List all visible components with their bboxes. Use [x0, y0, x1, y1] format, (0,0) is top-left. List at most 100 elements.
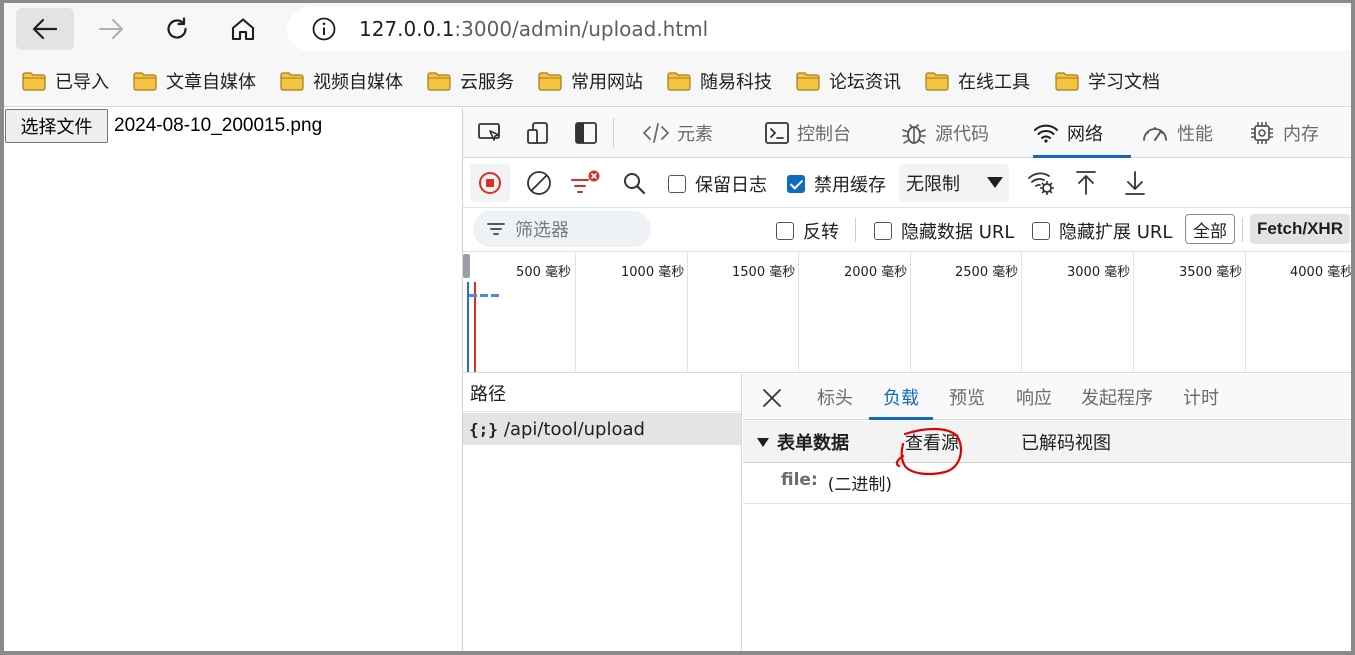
- timeline-label: 3500 毫秒: [1179, 265, 1243, 280]
- hide-ext-url-label: 隐藏扩展 URL: [1059, 222, 1173, 243]
- clear-button[interactable]: [519, 164, 559, 202]
- hide-ext-url-checkbox[interactable]: 隐藏扩展 URL: [1032, 218, 1172, 244]
- url-text[interactable]: 127.0.0.1:3000/admin/upload.html: [359, 17, 708, 41]
- filter-input[interactable]: 筛选器: [473, 211, 651, 247]
- timeline-label: 3000 毫秒: [1067, 265, 1131, 280]
- bookmark-item[interactable]: 已导入: [22, 68, 109, 94]
- disable-cache-checkbox[interactable]: 禁用缓存: [787, 171, 886, 197]
- tab-label: 性能: [1177, 124, 1213, 145]
- bookmark-label: 随易科技: [700, 72, 772, 93]
- folder-icon: [796, 71, 820, 91]
- code-icon: [643, 123, 669, 143]
- invert-label: 反转: [803, 222, 839, 243]
- network-toolbar: 保留日志 禁用缓存 无限制: [463, 158, 1355, 208]
- tab-timing[interactable]: 计时: [1183, 374, 1219, 420]
- filter-toggle-button[interactable]: [565, 164, 605, 202]
- address-bar[interactable]: 127.0.0.1:3000/admin/upload.html: [287, 7, 1355, 51]
- disable-cache-label: 禁用缓存: [814, 175, 886, 196]
- view-source-link[interactable]: 查看源: [905, 429, 959, 455]
- tab-label: 内存: [1283, 124, 1319, 145]
- throttling-select[interactable]: 无限制: [899, 164, 1009, 202]
- timeline-label: 2000 毫秒: [844, 265, 908, 280]
- stop-recording-button[interactable]: [470, 164, 510, 202]
- timeline-label: 1000 毫秒: [621, 265, 685, 280]
- folder-icon: [925, 71, 949, 91]
- view-decoded-link[interactable]: 已解码视图: [1021, 429, 1111, 455]
- close-detail-button[interactable]: [757, 383, 787, 413]
- arrow-left-icon: [32, 18, 58, 40]
- search-button[interactable]: [614, 164, 654, 202]
- preserve-log-checkbox[interactable]: 保留日志: [668, 171, 767, 197]
- clear-icon: [527, 171, 551, 195]
- tab-headers[interactable]: 标头: [817, 374, 853, 420]
- devtools-tab-bar: 元素 控制台 源代码 网络 性能 内存: [463, 108, 1355, 158]
- inspect-element-icon[interactable]: [475, 119, 505, 147]
- filter-separator: [1242, 218, 1243, 242]
- tab-performance[interactable]: 性能: [1141, 108, 1213, 158]
- request-detail: 标头 负载 预览 响应 发起程序 计时 表单数据 查看源 已解码视图 file:…: [743, 374, 1355, 652]
- tab-elements[interactable]: 元素: [643, 108, 713, 158]
- filter-all-button[interactable]: 全部: [1185, 214, 1235, 244]
- network-conditions-button[interactable]: [1021, 164, 1061, 202]
- hide-data-url-checkbox[interactable]: 隐藏数据 URL: [874, 218, 1014, 244]
- gauge-icon: [1143, 127, 1167, 141]
- timeline-label: 4000 毫秒: [1290, 265, 1354, 280]
- folder-icon: [538, 71, 562, 91]
- bookmark-item[interactable]: 学习文档: [1055, 68, 1160, 94]
- timeline-handle[interactable]: [463, 254, 470, 278]
- forward-button[interactable]: [82, 8, 140, 50]
- timeline-gridline: [687, 252, 688, 372]
- form-data-section-header[interactable]: 表单数据 查看源 已解码视图: [743, 421, 1355, 463]
- import-har-button[interactable]: [1066, 164, 1106, 202]
- dock-side-icon[interactable]: [571, 119, 601, 147]
- page-content: 选择文件 2024-08-10_200015.png: [4, 108, 462, 652]
- bookmark-item[interactable]: 云服务: [427, 68, 514, 94]
- bookmark-item[interactable]: 视频自媒体: [280, 68, 403, 94]
- filter-fetch-xhr-button[interactable]: Fetch/XHR: [1250, 214, 1350, 244]
- bug-icon: [902, 124, 926, 144]
- tab-preview[interactable]: 预览: [949, 374, 985, 420]
- invert-checkbox[interactable]: 反转: [776, 218, 839, 244]
- folder-icon: [1055, 71, 1079, 91]
- bookmark-item[interactable]: 论坛资讯: [796, 68, 901, 94]
- tab-response[interactable]: 响应: [1016, 374, 1052, 420]
- tab-initiator[interactable]: 发起程序: [1081, 374, 1153, 420]
- bookmark-label: 云服务: [460, 72, 514, 93]
- tab-label: 控制台: [797, 124, 851, 145]
- device-emulation-icon[interactable]: [523, 119, 553, 147]
- choose-file-button[interactable]: 选择文件: [5, 109, 108, 143]
- chevron-down-icon: [987, 177, 1003, 188]
- bookmarks-bar: 已导入 文章自媒体 视频自媒体 云服务 常用网站 随易科技 论坛资讯 在线工具 学习文档: [0, 57, 1355, 107]
- bookmark-label: 在线工具: [958, 72, 1030, 93]
- site-info-icon[interactable]: [311, 16, 337, 42]
- back-button[interactable]: [16, 8, 74, 50]
- home-button[interactable]: [214, 8, 272, 50]
- bookmark-item[interactable]: 随易科技: [667, 68, 772, 94]
- tab-payload[interactable]: 负载: [869, 374, 933, 420]
- bookmark-item[interactable]: 文章自媒体: [133, 68, 256, 94]
- row-divider: [743, 503, 1355, 504]
- tab-sources[interactable]: 源代码: [901, 108, 989, 158]
- request-row[interactable]: {;} /api/tool/upload: [463, 413, 741, 445]
- form-field-row: file: (二进制): [781, 470, 892, 495]
- reload-button[interactable]: [148, 8, 206, 50]
- network-timeline[interactable]: 500 毫秒 1000 毫秒 1500 毫秒 2000 毫秒 2500 毫秒 3000 毫…: [463, 252, 1355, 373]
- folder-icon: [22, 71, 46, 91]
- bookmark-item[interactable]: 常用网站: [538, 68, 643, 94]
- arrow-right-icon: [99, 19, 123, 39]
- checkbox-box: [776, 222, 794, 240]
- chip-icon: [1251, 122, 1273, 144]
- url-path: :3000/admin/upload.html: [454, 17, 709, 41]
- hide-data-url-label: 隐藏数据 URL: [901, 222, 1015, 243]
- tab-memory[interactable]: 内存: [1249, 108, 1319, 158]
- search-icon: [624, 173, 646, 195]
- folder-icon: [667, 71, 691, 91]
- export-har-button[interactable]: [1115, 164, 1155, 202]
- devtools-panel: 元素 控制台 源代码 网络 性能 内存 保留日志 禁用缓存 无限制 筛选器 反转…: [462, 108, 1355, 652]
- url-host: 127.0.0.1: [359, 17, 455, 41]
- tab-network[interactable]: 网络: [1033, 108, 1131, 158]
- bookmark-label: 视频自媒体: [313, 72, 403, 93]
- bookmark-item[interactable]: 在线工具: [925, 68, 1030, 94]
- column-header-path[interactable]: 路径: [463, 374, 741, 412]
- tab-console[interactable]: 控制台: [765, 108, 851, 158]
